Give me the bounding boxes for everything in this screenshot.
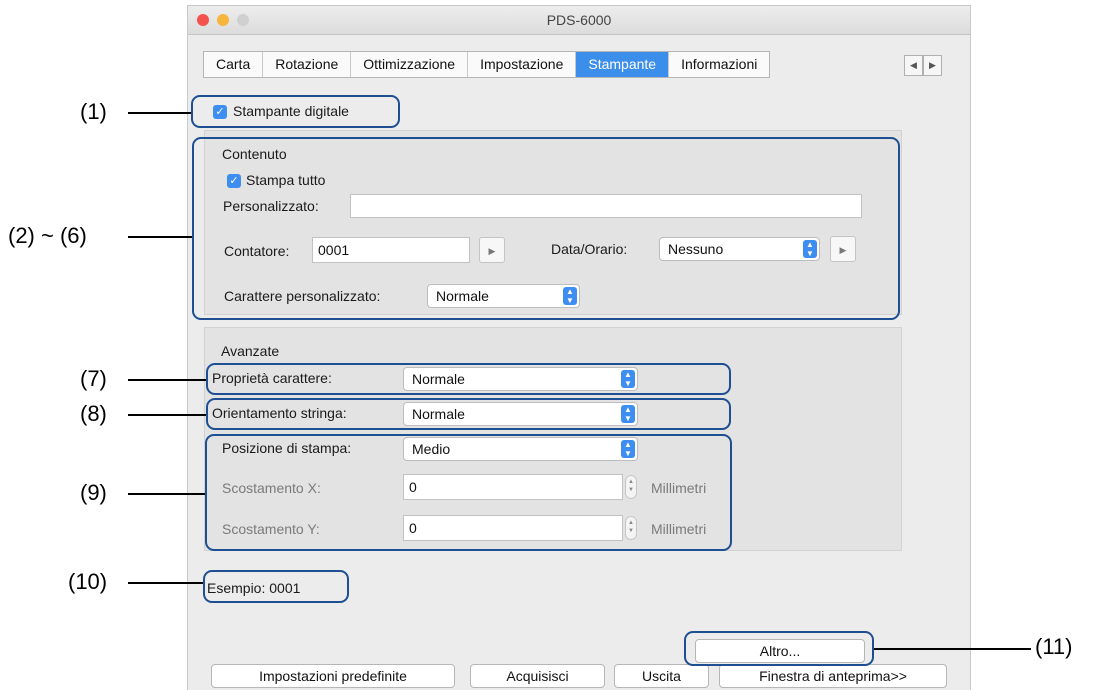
callout-11-box [684,631,874,666]
tab-bar: Carta Rotazione Ottimizzazione Impostazi… [203,51,771,78]
callout-11-label: (11) [1035,634,1073,659]
tab-stampante[interactable]: Stampante [576,52,670,77]
callout-10-label: (10) [68,569,108,594]
default-settings-button[interactable]: Impostazioni predefinite [211,664,455,688]
tab-scroll-arrows: ◀ ▶ [904,55,942,76]
tab-scroll-right-icon[interactable]: ▶ [923,55,942,76]
callout-10-box [203,570,349,603]
tab-scroll-left-icon[interactable]: ◀ [904,55,923,76]
tab-impostazione[interactable]: Impostazione [468,52,577,77]
callout-7-line [128,379,206,381]
callout-7-label: (7) [80,366,107,391]
callout-1-label: (1) [80,99,107,124]
callout-8-line [128,414,206,416]
tab-informazioni[interactable]: Informazioni [669,52,769,77]
preview-window-button[interactable]: Finestra di anteprima>> [719,664,947,688]
exit-button[interactable]: Uscita [614,664,709,688]
title-bar: PDS-6000 [188,6,970,35]
callout-10-line [128,582,203,584]
callout-2-6-box [192,137,900,320]
callout-9-label: (9) [80,480,107,505]
acquire-button[interactable]: Acquisisci [470,664,605,688]
avanzate-heading: Avanzate [221,343,280,359]
callout-11-line [874,648,1031,650]
callout-7-box [206,363,731,395]
tab-rotazione[interactable]: Rotazione [263,52,352,77]
tab-ottimizzazione[interactable]: Ottimizzazione [351,52,469,77]
callout-8-box [206,398,731,430]
callout-1-line [128,112,191,114]
callout-8-label: (8) [80,401,107,426]
window-title: PDS-6000 [546,12,612,28]
callout-9-line [128,493,205,495]
tab-carta[interactable]: Carta [204,52,264,77]
callout-2-6-line [128,236,192,238]
callout-1-box [191,95,400,128]
callout-2-6-label: (2) ~ (6) [8,223,87,248]
callout-9-box [205,434,732,551]
